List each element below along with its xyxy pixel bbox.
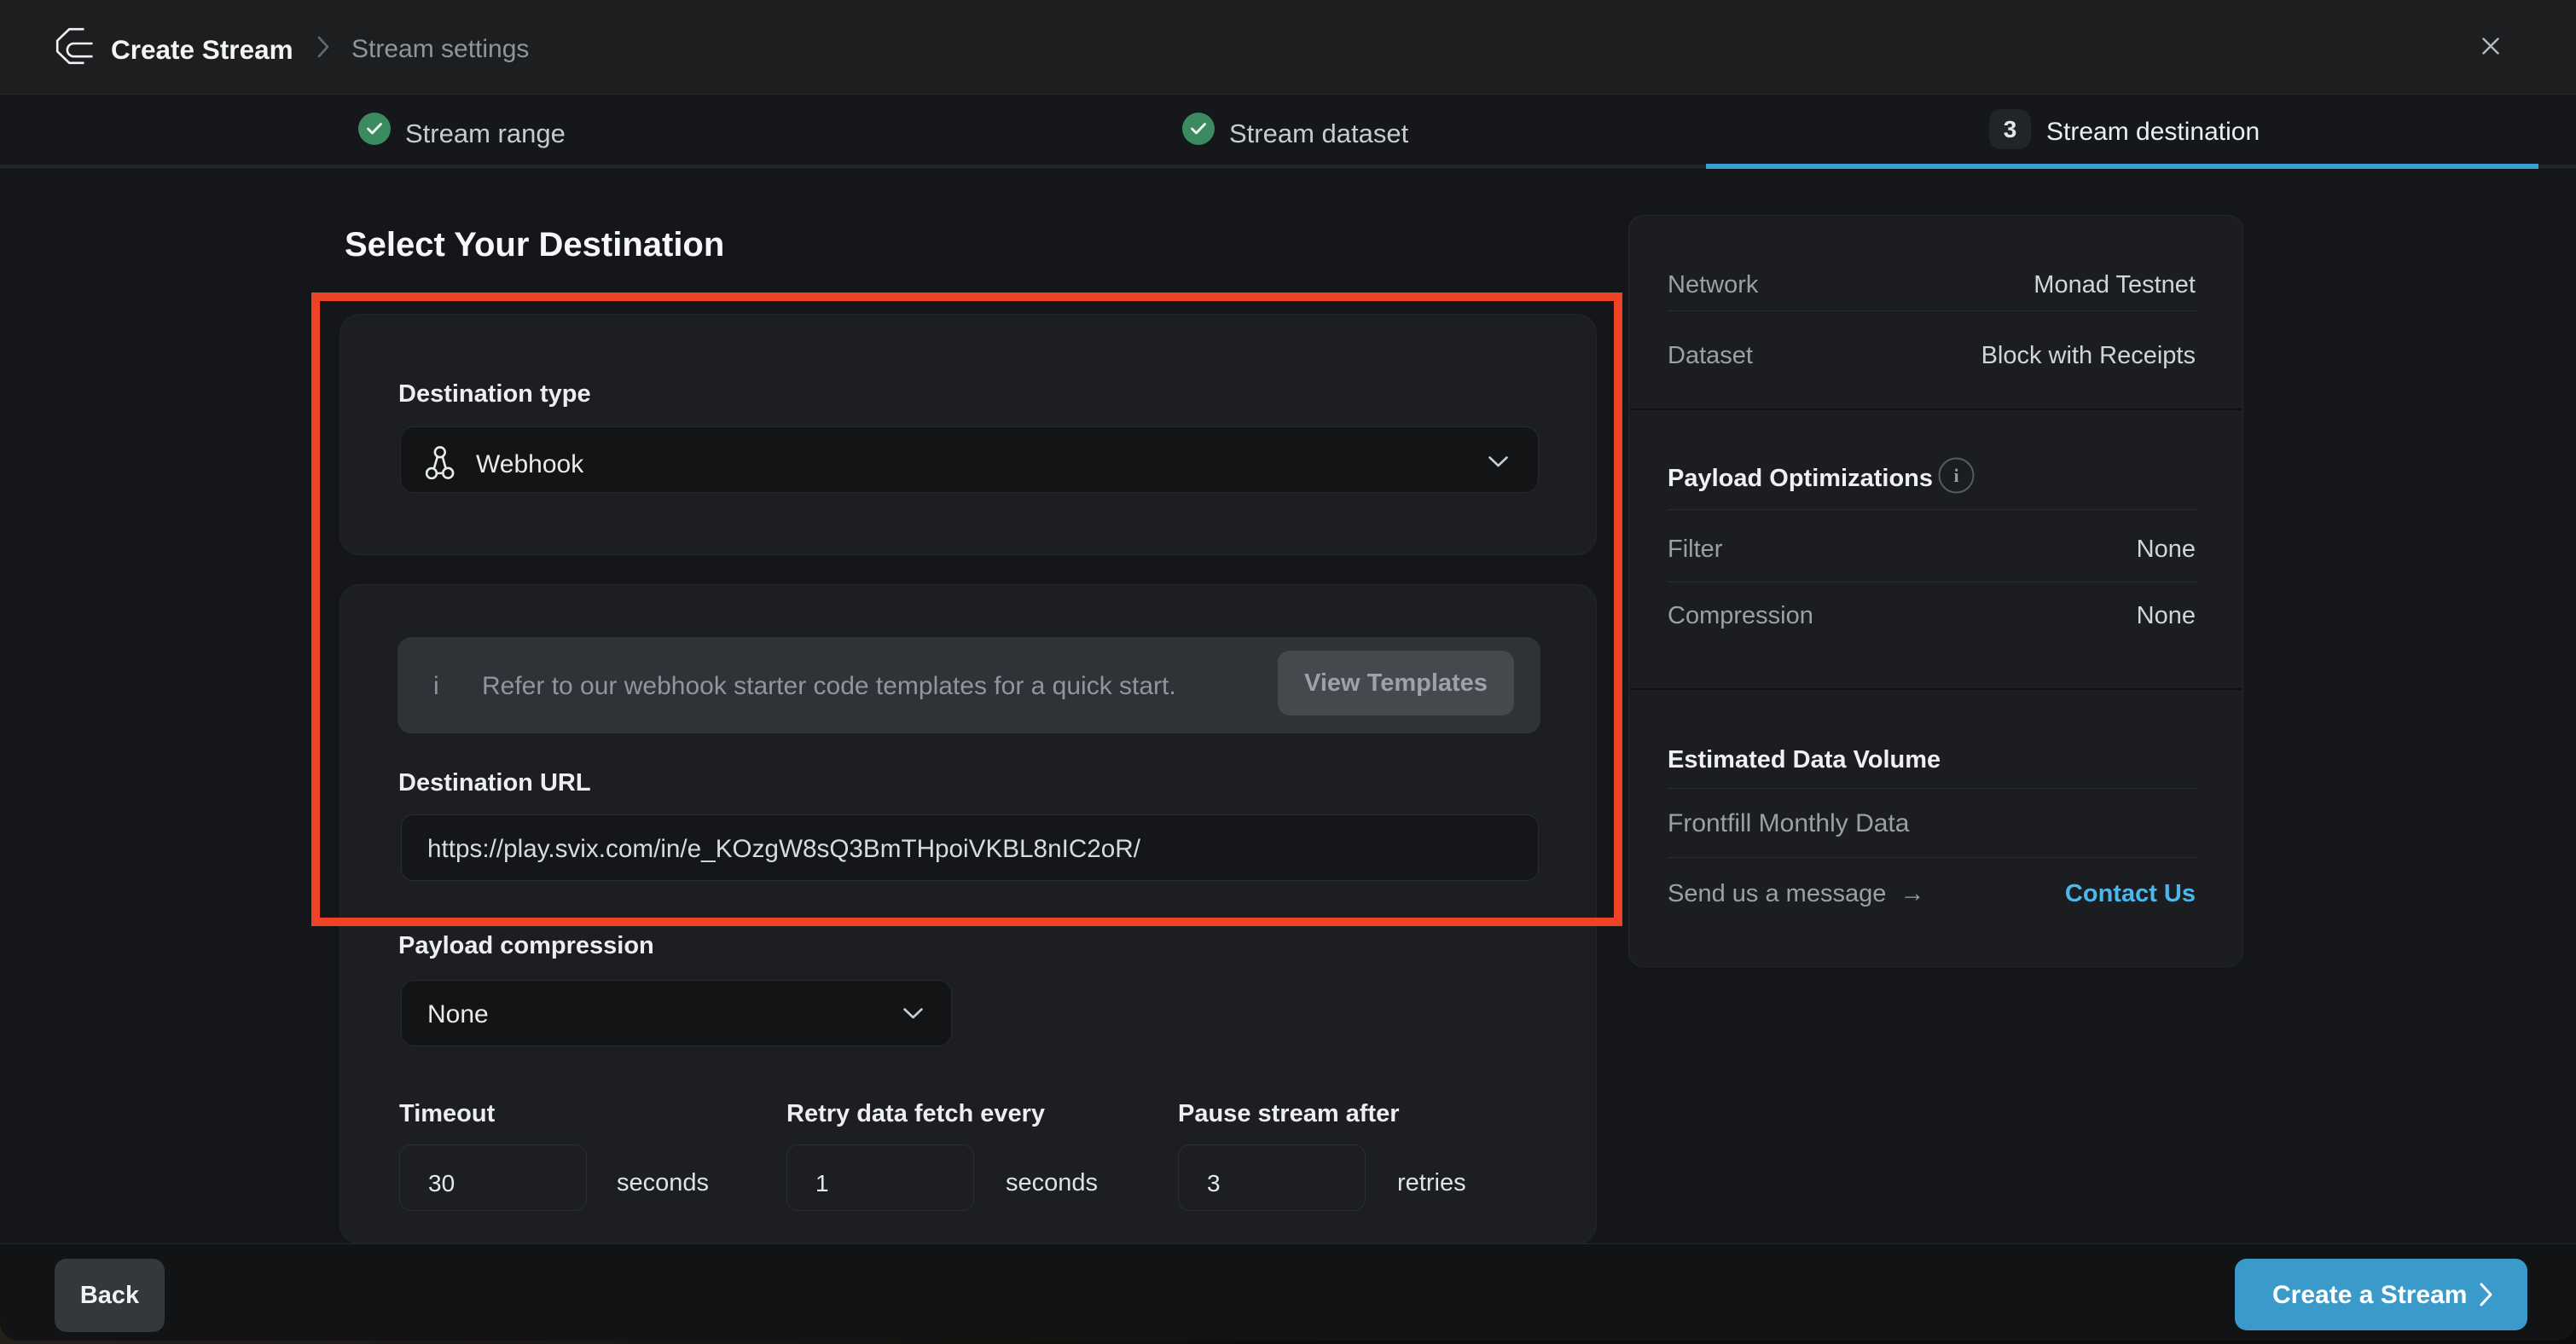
svg-text:i: i (1953, 465, 1958, 486)
